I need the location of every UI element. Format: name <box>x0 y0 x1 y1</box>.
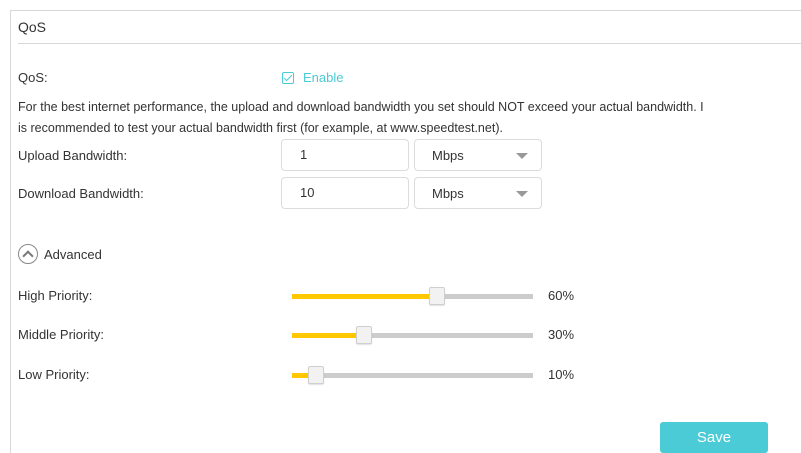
qos-enable-checkbox[interactable]: Enable <box>282 70 343 85</box>
bandwidth-note: For the best internet performance, the u… <box>18 97 801 139</box>
download-unit-value: Mbps <box>432 186 464 201</box>
low-priority-slider[interactable] <box>292 366 533 384</box>
middle-priority-slider[interactable] <box>292 326 533 344</box>
title-divider <box>18 43 801 44</box>
qos-panel <box>10 10 801 453</box>
high-priority-label: High Priority: <box>18 288 93 303</box>
upload-bandwidth-input[interactable]: 1 <box>281 139 409 171</box>
chevron-up-circle-icon <box>18 244 38 264</box>
slider-thumb[interactable] <box>356 326 373 344</box>
upload-bandwidth-label: Upload Bandwidth: <box>18 148 128 163</box>
download-bandwidth-label: Download Bandwidth: <box>18 186 144 201</box>
note-line-1: For the best internet performance, the u… <box>18 100 704 114</box>
upload-unit-select[interactable]: Mbps <box>414 139 542 171</box>
upload-unit-value: Mbps <box>432 148 464 163</box>
high-priority-slider[interactable] <box>292 287 533 305</box>
dropdown-arrow-icon <box>516 153 528 159</box>
dropdown-arrow-icon <box>516 191 528 197</box>
download-bandwidth-input[interactable]: 10 <box>281 177 409 209</box>
middle-priority-label: Middle Priority: <box>18 327 104 342</box>
slider-fill <box>292 333 365 338</box>
high-priority-value: 60% <box>548 288 575 303</box>
qos-label: QoS: <box>18 70 48 85</box>
low-priority-label: Low Priority: <box>18 367 90 382</box>
checkbox-checked-icon <box>282 71 294 84</box>
advanced-label: Advanced <box>44 246 102 262</box>
download-unit-select[interactable]: Mbps <box>414 177 542 209</box>
panel-title: QoS <box>18 19 47 35</box>
slider-thumb[interactable] <box>308 366 325 384</box>
save-button[interactable]: Save <box>660 422 768 453</box>
enable-label: Enable <box>303 70 344 85</box>
slider-thumb[interactable] <box>428 287 445 305</box>
middle-priority-value: 30% <box>548 327 575 342</box>
note-line-2: is recommended to test your actual bandw… <box>18 121 503 135</box>
slider-fill <box>292 294 437 299</box>
low-priority-value: 10% <box>548 367 575 382</box>
advanced-toggle[interactable]: Advanced <box>18 244 102 264</box>
